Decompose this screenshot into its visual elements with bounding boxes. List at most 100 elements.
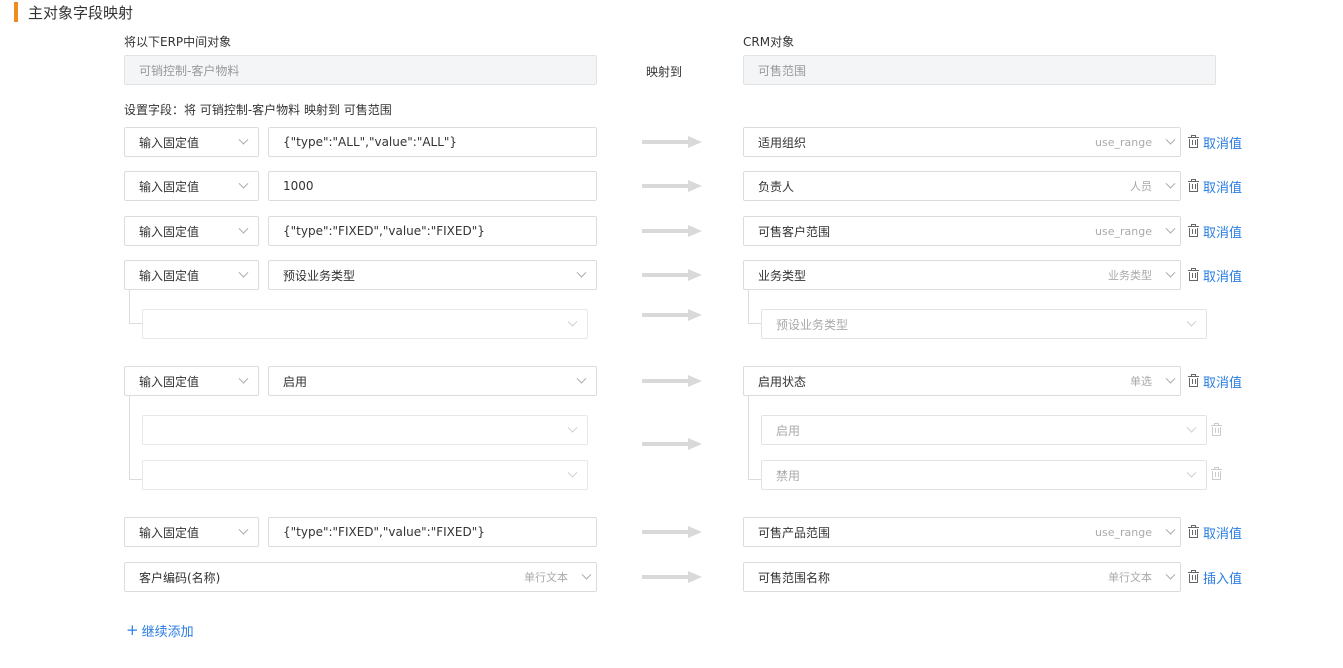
target-field-select[interactable]: 负责人 人员 — [743, 171, 1181, 201]
source-value-input[interactable]: 1000 — [268, 171, 597, 201]
arrow-right-icon — [642, 375, 704, 387]
target-field-label: 负责人 — [758, 179, 795, 194]
trash-icon — [1188, 374, 1199, 387]
target-field-select[interactable]: 可售范围名称 单行文本 — [743, 562, 1181, 592]
action-label: 取消值 — [1203, 375, 1243, 391]
target-field-type: use_range — [1095, 525, 1152, 539]
trash-icon — [1188, 268, 1199, 281]
source-value-input[interactable]: {"type":"FIXED","value":"FIXED"} — [268, 517, 597, 547]
erp-object-label: 将以下ERP中间对象 — [124, 35, 232, 49]
source-value: 1000 — [283, 179, 314, 193]
source-value-select[interactable]: 预设业务类型 — [268, 260, 597, 290]
chevron-down-icon — [1160, 217, 1180, 245]
sub-target-select[interactable]: 禁用 — [761, 460, 1207, 490]
source-field-label: 客户编码(名称) — [139, 570, 221, 585]
chevron-down-icon — [228, 518, 258, 546]
source-value: {"type":"ALL","value":"ALL"} — [283, 135, 458, 149]
source-type-label: 输入固定值 — [139, 374, 200, 389]
trash-icon — [1188, 179, 1199, 192]
crm-object-field: 可售范围 — [743, 55, 1216, 85]
source-type-select[interactable]: 输入固定值 — [124, 366, 259, 396]
source-type-label: 输入固定值 — [139, 135, 200, 150]
chevron-down-icon — [1160, 128, 1180, 156]
chevron-down-icon — [228, 261, 258, 289]
chevron-down-icon — [576, 563, 596, 591]
trash-icon — [1188, 570, 1199, 583]
target-field-select[interactable]: 启用状态 单选 — [743, 366, 1181, 396]
section-accent-bar — [14, 2, 18, 22]
chevron-down-icon — [1160, 518, 1180, 546]
insert-value-button[interactable]: 插入值 — [1188, 569, 1243, 587]
target-field-label: 可售客户范围 — [758, 224, 831, 239]
target-field-select[interactable]: 适用组织 use_range — [743, 127, 1181, 157]
chevron-down-icon — [228, 217, 258, 245]
target-field-type: use_range — [1095, 135, 1152, 149]
source-value: {"type":"FIXED","value":"FIXED"} — [283, 525, 485, 539]
source-value-select[interactable]: 启用 — [268, 366, 597, 396]
chevron-down-icon — [566, 367, 596, 395]
sub-target-value: 预设业务类型 — [776, 317, 849, 332]
source-field-select[interactable]: 客户编码(名称) 单行文本 — [124, 562, 597, 592]
sub-source-select[interactable] — [142, 309, 588, 339]
target-field-select[interactable]: 可售产品范围 use_range — [743, 517, 1181, 547]
arrow-right-icon — [642, 526, 704, 538]
sub-target-value: 启用 — [776, 423, 801, 438]
action-label: 取消值 — [1203, 225, 1243, 241]
source-type-select[interactable]: 输入固定值 — [124, 216, 259, 246]
cancel-value-button[interactable]: 取消值 — [1188, 223, 1243, 241]
arrow-right-icon — [642, 225, 704, 237]
trash-icon — [1211, 423, 1222, 436]
cancel-value-button[interactable]: 取消值 — [1188, 373, 1243, 391]
source-field-type: 单行文本 — [524, 571, 568, 584]
add-more-label: 继续添加 — [141, 625, 194, 640]
source-value-input[interactable]: {"type":"ALL","value":"ALL"} — [268, 127, 597, 157]
target-field-type: 人员 — [1130, 180, 1152, 193]
action-label: 取消值 — [1203, 180, 1243, 196]
chevron-down-icon — [557, 416, 587, 444]
crm-object-value: 可售范围 — [758, 63, 807, 78]
chevron-down-icon — [1160, 172, 1180, 200]
sub-target-select[interactable]: 启用 — [761, 415, 1207, 445]
arrow-right-icon — [642, 180, 704, 192]
source-type-select[interactable]: 输入固定值 — [124, 517, 259, 547]
cancel-value-button[interactable]: 取消值 — [1188, 134, 1243, 152]
cancel-value-button[interactable]: 取消值 — [1188, 178, 1243, 196]
tree-connector — [748, 290, 761, 324]
delete-sub-button[interactable] — [1211, 423, 1226, 439]
add-more-button[interactable]: + 继续添加 — [126, 621, 194, 641]
arrow-right-icon — [642, 309, 704, 321]
delete-sub-button[interactable] — [1211, 467, 1226, 483]
chevron-down-icon — [228, 367, 258, 395]
section-title: 主对象字段映射 — [28, 3, 134, 22]
source-type-select[interactable]: 输入固定值 — [124, 127, 259, 157]
target-field-label: 启用状态 — [758, 374, 807, 389]
chevron-down-icon — [1176, 310, 1206, 338]
target-field-type: use_range — [1095, 224, 1152, 238]
arrow-right-icon — [642, 136, 704, 148]
sub-target-value: 禁用 — [776, 468, 801, 483]
target-field-select[interactable]: 业务类型 业务类型 — [743, 260, 1181, 290]
source-value: {"type":"FIXED","value":"FIXED"} — [283, 224, 485, 238]
cancel-value-button[interactable]: 取消值 — [1188, 267, 1243, 285]
action-label: 取消值 — [1203, 269, 1243, 285]
source-type-select[interactable]: 输入固定值 — [124, 260, 259, 290]
source-type-select[interactable]: 输入固定值 — [124, 171, 259, 201]
trash-icon — [1188, 525, 1199, 538]
target-field-select[interactable]: 可售客户范围 use_range — [743, 216, 1181, 246]
source-type-label: 输入固定值 — [139, 268, 200, 283]
erp-object-value: 可销控制-客户物料 — [139, 63, 240, 78]
sub-source-select[interactable] — [142, 460, 588, 490]
action-label: 插入值 — [1203, 571, 1243, 587]
sub-target-select[interactable]: 预设业务类型 — [761, 309, 1207, 339]
sub-source-select[interactable] — [142, 415, 588, 445]
action-label: 取消值 — [1203, 136, 1243, 152]
cancel-value-button[interactable]: 取消值 — [1188, 524, 1242, 542]
tree-connector — [129, 430, 142, 480]
mapped-to-label: 映射到 — [646, 65, 683, 79]
chevron-down-icon — [1160, 367, 1180, 395]
target-field-type: 单行文本 — [1108, 571, 1152, 584]
tree-connector — [129, 290, 142, 324]
target-field-label: 可售产品范围 — [758, 525, 831, 540]
source-value-input[interactable]: {"type":"FIXED","value":"FIXED"} — [268, 216, 597, 246]
chevron-down-icon — [1160, 261, 1180, 289]
